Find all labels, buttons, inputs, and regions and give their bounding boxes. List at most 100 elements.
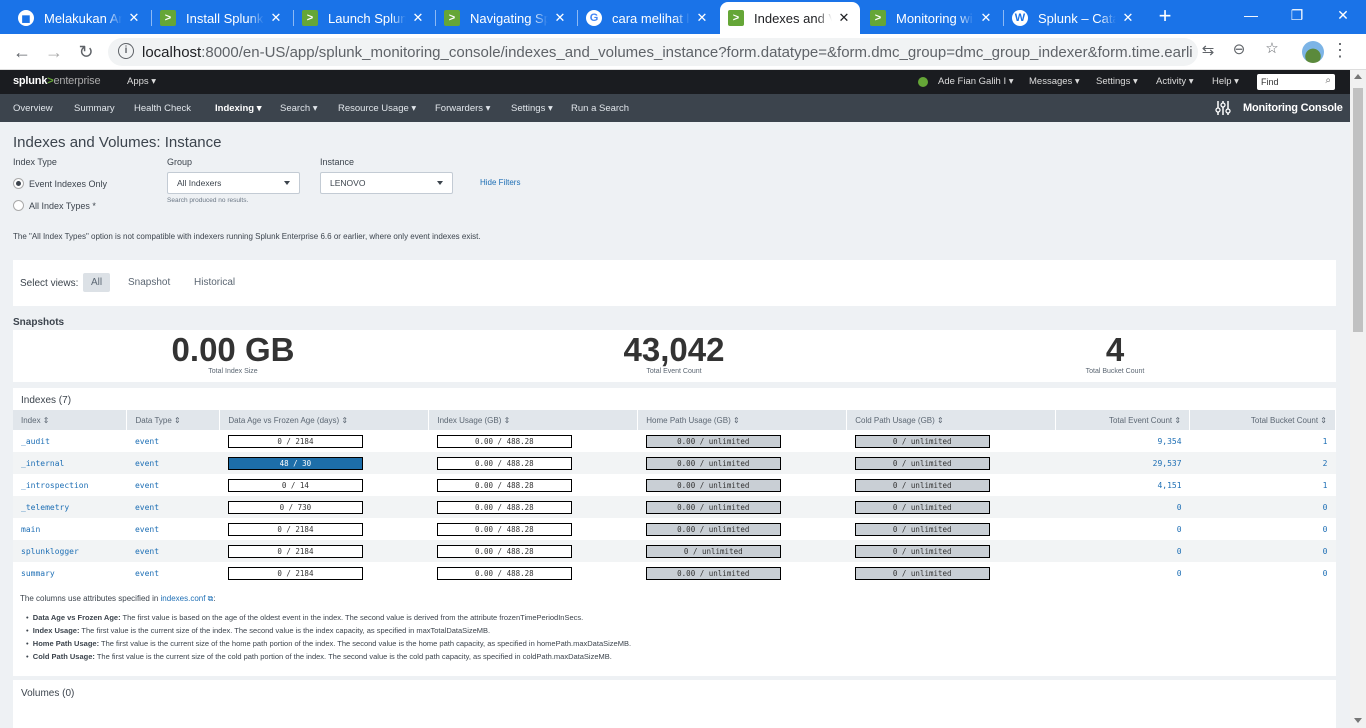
- data-type-cell[interactable]: event: [126, 496, 220, 518]
- new-tab-button[interactable]: +: [1152, 4, 1178, 30]
- bucket-count-cell[interactable]: 1: [1190, 474, 1336, 496]
- index-usage-cell[interactable]: 0.00 / 488.28: [429, 430, 638, 452]
- nav-summary[interactable]: Summary: [74, 103, 115, 114]
- browser-tab[interactable]: ◼ Melakukan Ana✕: [10, 2, 150, 34]
- close-icon[interactable]: ✕: [552, 10, 568, 26]
- event-count-cell[interactable]: 29,537: [1055, 452, 1190, 474]
- minimize-button[interactable]: —: [1228, 0, 1274, 30]
- browser-tab[interactable]: > Navigating Spl ✕: [436, 2, 576, 34]
- radio-event-indexes[interactable]: [13, 178, 24, 189]
- col-cold-path[interactable]: Cold Path Usage (GB) ⇕: [846, 410, 1057, 430]
- close-icon[interactable]: ✕: [1120, 10, 1136, 26]
- event-count-cell[interactable]: 0: [1055, 496, 1190, 518]
- close-icon[interactable]: ✕: [410, 10, 426, 26]
- indexes-conf-link[interactable]: indexes.conf: [161, 594, 206, 603]
- nav-run-a-search[interactable]: Run a Search: [571, 103, 629, 114]
- scrollbar-thumb[interactable]: [1353, 88, 1363, 332]
- data-type-cell[interactable]: event: [126, 452, 220, 474]
- nav-settings[interactable]: Settings ▾: [511, 103, 553, 114]
- user-menu[interactable]: Ade Fian Galih I ▾: [938, 76, 1014, 87]
- data-age-cell[interactable]: 0 / 2184: [220, 518, 429, 540]
- col-data-age[interactable]: Data Age vs Frozen Age (days) ⇕: [219, 410, 430, 430]
- bucket-count-cell[interactable]: 2: [1189, 452, 1336, 474]
- hide-filters-link[interactable]: Hide Filters: [480, 178, 520, 187]
- radio-all-index-types[interactable]: [13, 200, 24, 211]
- data-age-cell[interactable]: 0 / 2184: [220, 562, 429, 584]
- bucket-count-cell[interactable]: 0: [1190, 562, 1336, 584]
- close-icon[interactable]: ✕: [126, 10, 142, 26]
- profile-avatar[interactable]: [1302, 41, 1324, 63]
- nav-health-check[interactable]: Health Check: [134, 103, 191, 114]
- group-dropdown[interactable]: All Indexers: [167, 172, 300, 194]
- view-historical-button[interactable]: Historical: [186, 273, 243, 292]
- data-age-cell[interactable]: 0 / 14: [220, 474, 429, 496]
- bucket-count-cell[interactable]: 0: [1189, 496, 1336, 518]
- data-type-cell[interactable]: event: [127, 562, 220, 584]
- apps-menu[interactable]: Apps ▾: [127, 76, 156, 87]
- index-usage-cell[interactable]: 0.00 / 488.28: [428, 496, 638, 518]
- bucket-count-cell[interactable]: 0: [1190, 518, 1336, 540]
- close-window-button[interactable]: ✕: [1320, 0, 1366, 30]
- browser-menu-icon[interactable]: ⋮: [1330, 40, 1350, 61]
- col-data-type[interactable]: Data Type ⇕: [126, 410, 221, 430]
- data-type-cell[interactable]: event: [127, 430, 220, 452]
- browser-tab[interactable]: Gcara melihat lo ✕: [578, 2, 718, 34]
- index-name-cell[interactable]: _introspection: [13, 474, 127, 496]
- index-name-cell[interactable]: splunklogger: [13, 540, 127, 562]
- index-usage-cell[interactable]: 0.00 / 488.28: [429, 518, 638, 540]
- view-snapshot-button[interactable]: Snapshot: [120, 273, 178, 292]
- settings-menu[interactable]: Settings ▾: [1096, 76, 1138, 87]
- close-icon[interactable]: ✕: [836, 10, 852, 26]
- data-type-cell[interactable]: event: [126, 540, 220, 562]
- nav-indexing[interactable]: Indexing ▾: [215, 103, 261, 114]
- bucket-count-cell[interactable]: 1: [1190, 430, 1336, 452]
- index-usage-cell[interactable]: 0.00 / 488.28: [428, 452, 638, 474]
- scroll-up-arrow-icon[interactable]: [1354, 74, 1362, 79]
- event-count-cell[interactable]: 9,354: [1056, 430, 1190, 452]
- browser-tab[interactable]: > Install Splunk E✕: [152, 2, 292, 34]
- index-name-cell[interactable]: main: [13, 518, 127, 540]
- close-icon[interactable]: ✕: [978, 10, 994, 26]
- info-icon[interactable]: i: [118, 43, 134, 59]
- bucket-count-cell[interactable]: 0: [1189, 540, 1336, 562]
- bookmark-star-icon[interactable]: ☆: [1261, 39, 1283, 57]
- data-type-cell[interactable]: event: [127, 474, 220, 496]
- index-name-cell[interactable]: _telemetry: [13, 496, 127, 518]
- help-menu[interactable]: Help ▾: [1212, 76, 1239, 87]
- col-total-event-count[interactable]: Total Event Count ⇕: [1055, 410, 1191, 430]
- maximize-button[interactable]: ❐: [1274, 0, 1320, 30]
- index-name-cell[interactable]: _internal: [13, 452, 127, 474]
- instance-dropdown[interactable]: LENOVO: [320, 172, 453, 194]
- data-type-cell[interactable]: event: [127, 518, 220, 540]
- col-home-path[interactable]: Home Path Usage (GB) ⇕: [637, 410, 848, 430]
- browser-tab[interactable]: > Launch Splunk ✕: [294, 2, 434, 34]
- col-total-bucket-count[interactable]: Total Bucket Count ⇕: [1189, 410, 1336, 430]
- health-status-icon[interactable]: [918, 77, 928, 87]
- nav-resource-usage[interactable]: Resource Usage ▾: [338, 103, 416, 114]
- index-usage-cell[interactable]: 0.00 / 488.28: [428, 540, 638, 562]
- data-age-cell[interactable]: 0 / 2184: [220, 430, 429, 452]
- index-name-cell[interactable]: summary: [13, 562, 127, 584]
- activity-menu[interactable]: Activity ▾: [1156, 76, 1194, 87]
- event-count-cell[interactable]: 4,151: [1056, 474, 1190, 496]
- translate-icon[interactable]: ⇆: [1197, 41, 1219, 59]
- event-count-cell[interactable]: 0: [1056, 562, 1190, 584]
- url-field[interactable]: i localhost:8000/en-US/app/splunk_monito…: [108, 38, 1198, 66]
- browser-tab[interactable]: W Splunk – Catat ✕: [1004, 2, 1144, 34]
- back-arrow-icon[interactable]: ←: [10, 40, 34, 64]
- col-index-usage[interactable]: Index Usage (GB) ⇕: [428, 410, 639, 430]
- browser-tab-active[interactable]: > Indexes and Vo✕: [720, 2, 860, 34]
- messages-menu[interactable]: Messages ▾: [1029, 76, 1080, 87]
- col-index[interactable]: Index ⇕: [13, 410, 128, 430]
- index-name-cell[interactable]: _audit: [13, 430, 127, 452]
- view-all-button[interactable]: All: [83, 273, 111, 292]
- event-count-cell[interactable]: 0: [1055, 540, 1190, 562]
- zoom-icon[interactable]: ⊖: [1228, 40, 1250, 58]
- data-age-cell[interactable]: 0 / 2184: [219, 540, 429, 562]
- reload-icon[interactable]: ↻: [74, 40, 98, 64]
- forward-arrow-icon[interactable]: →: [42, 40, 66, 64]
- page-scrollbar[interactable]: [1350, 70, 1366, 728]
- nav-overview[interactable]: Overview: [13, 103, 53, 114]
- index-usage-cell[interactable]: 0.00 / 488.28: [429, 562, 638, 584]
- find-input[interactable]: Find ⌕: [1257, 74, 1335, 90]
